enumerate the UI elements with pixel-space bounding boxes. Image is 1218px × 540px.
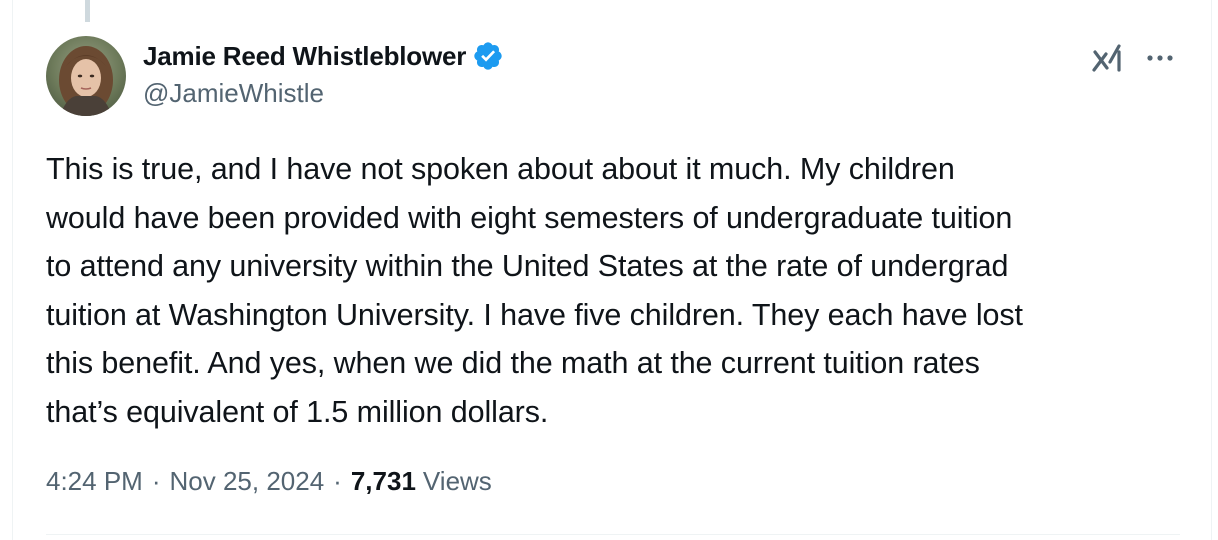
author-name-row: Jamie Reed Whistleblower [143,40,504,72]
tweet-body: This is true, and I have not spoken abou… [46,145,1196,436]
verified-badge-icon[interactable] [472,40,504,72]
tweet-text-line: this benefit. And yes, when we did the m… [46,346,980,380]
views-label: Views [422,466,492,496]
tweet-text-line: tuition at Washington University. I have… [46,297,1023,332]
tweet-date[interactable]: Nov 25, 2024 [170,466,325,497]
author-handle[interactable]: @JamieWhistle [143,78,504,109]
divider [46,534,1180,535]
meta-separator: · [333,466,342,496]
tweet-meta: 4:24 PM · Nov 25, 2024 · 7,731 Views [46,466,492,497]
tweet-author: Jamie Reed Whistleblower @JamieWhistle [143,40,504,109]
card-border-right [1211,0,1212,540]
tweet-text-line: that’s equivalent of 1.5 million dollars… [46,394,549,429]
grok-icon[interactable] [1090,40,1126,76]
thread-connector-line [85,0,90,22]
card-border-left [12,0,13,540]
more-options-icon[interactable] [1140,48,1180,68]
meta-separator: · [151,466,161,496]
tweet-text-line: would have been provided with eight seme… [46,200,1013,235]
author-display-name[interactable]: Jamie Reed Whistleblower [143,41,466,72]
views-count[interactable]: 7,731 [351,466,416,497]
tweet-text-line: to attend any university within the Unit… [46,249,1009,283]
tweet-time[interactable]: 4:24 PM [46,466,143,497]
avatar[interactable] [46,36,126,116]
tweet-text-line: This is true, and I have not spoken abou… [46,152,955,186]
